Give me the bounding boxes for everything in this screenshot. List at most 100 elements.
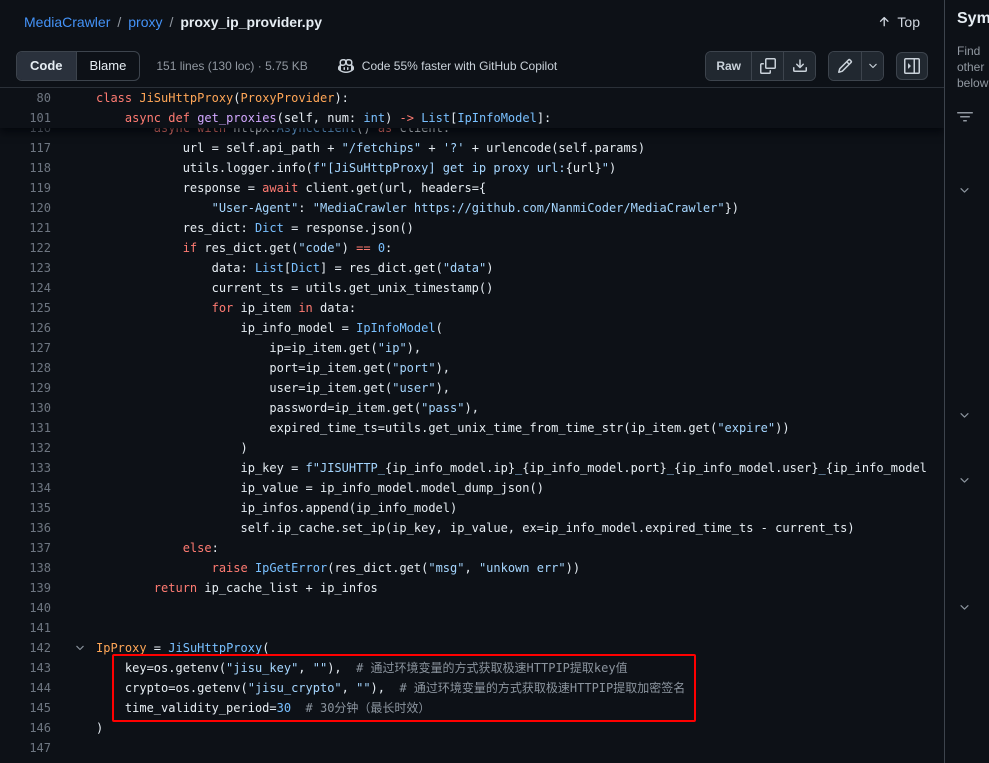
scroll-to-top-button[interactable]: Top [869,10,928,34]
code-line: 145 time_validity_period=30 # 30分钟（最长时效） [0,698,944,718]
line-number[interactable]: 126 [0,318,64,338]
pencil-icon [837,58,853,74]
file-toolbar: Code Blame 151 lines (130 loc) · 5.75 KB… [0,44,944,88]
code-text: ) [96,718,944,738]
line-number[interactable]: 122 [0,238,64,258]
code-text: self.ip_cache.set_ip(ip_key, ip_value, e… [96,518,944,538]
line-number[interactable]: 143 [0,658,64,678]
breadcrumb-separator: / [117,14,121,30]
code-line: 120 "User-Agent": "MediaCrawler https://… [0,198,944,218]
copy-button[interactable] [751,52,783,80]
line-number[interactable]: 123 [0,258,64,278]
line-number[interactable]: 139 [0,578,64,598]
line-number[interactable]: 129 [0,378,64,398]
code-blame-switcher: Code Blame [16,51,140,81]
code-line: 133 ip_key = f"JISUHTTP_{ip_info_model.i… [0,458,944,478]
gutter [64,88,96,108]
breadcrumb-repo-link[interactable]: MediaCrawler [24,14,110,30]
gutter [64,178,96,198]
gutter [64,298,96,318]
line-number[interactable]: 145 [0,698,64,718]
chevron-down-icon[interactable] [958,184,971,197]
gutter [64,738,96,758]
code-line: 140 [0,598,944,618]
code-line: 126 ip_info_model = IpInfoModel( [0,318,944,338]
line-number[interactable]: 120 [0,198,64,218]
chevron-down-icon[interactable] [958,601,971,614]
breadcrumb-path: MediaCrawler / proxy / proxy_ip_provider… [24,14,322,30]
gutter [64,238,96,258]
symbols-panel-toggle-button[interactable] [896,52,928,80]
line-number[interactable]: 135 [0,498,64,518]
gutter [64,558,96,578]
code-fold-chevron-icon[interactable] [64,638,96,658]
line-number[interactable]: 117 [0,138,64,158]
breadcrumb-filename: proxy_ip_provider.py [180,14,322,30]
code-line: 146) [0,718,944,738]
line-number[interactable]: 121 [0,218,64,238]
line-number[interactable]: 127 [0,338,64,358]
edit-button[interactable] [829,52,861,80]
edit-dropdown-button[interactable] [861,52,883,80]
line-number[interactable]: 147 [0,738,64,758]
code-line: 138 raise IpGetError(res_dict.get("msg",… [0,558,944,578]
gutter [64,338,96,358]
copilot-icon [338,58,354,74]
symbols-panel-description: Find other below [957,43,989,91]
filter-icon[interactable] [957,109,973,125]
file-view: MediaCrawler / proxy / proxy_ip_provider… [0,0,944,763]
code-text: ip_infos.append(ip_info_model) [96,498,944,518]
gutter [64,678,96,698]
gutter [64,198,96,218]
tab-blame[interactable]: Blame [76,52,140,80]
code-text: time_validity_period=30 # 30分钟（最长时效） [96,698,944,718]
line-number[interactable]: 130 [0,398,64,418]
line-number[interactable]: 146 [0,718,64,738]
line-number[interactable]: 144 [0,678,64,698]
code-text: else: [96,538,944,558]
chevron-down-icon[interactable] [958,409,971,422]
symbols-panel-title: Symbols [957,10,989,28]
line-number[interactable]: 132 [0,438,64,458]
line-number[interactable]: 142 [0,638,64,658]
gutter [64,158,96,178]
line-number[interactable]: 133 [0,458,64,478]
code-text: IpProxy = JiSuHttpProxy( [96,638,944,658]
line-number[interactable]: 118 [0,158,64,178]
line-number[interactable]: 128 [0,358,64,378]
line-number[interactable]: 137 [0,538,64,558]
code-line: 119 response = await client.get(url, hea… [0,178,944,198]
code-lines: 116 async with httpx.AsyncClient() as cl… [0,118,944,758]
tab-code[interactable]: Code [17,52,76,80]
copilot-banner[interactable]: Code 55% faster with GitHub Copilot [338,58,557,74]
line-number[interactable]: 125 [0,298,64,318]
line-number[interactable]: 101 [0,108,64,128]
gutter [64,598,96,618]
edit-actions [828,51,884,81]
code-text: raise IpGetError(res_dict.get("msg", "un… [96,558,944,578]
code-text [96,618,944,638]
code-text: return ip_cache_list + ip_infos [96,578,944,598]
line-number[interactable]: 134 [0,478,64,498]
line-number[interactable]: 140 [0,598,64,618]
line-number[interactable]: 138 [0,558,64,578]
code-line: 128 port=ip_item.get("port"), [0,358,944,378]
line-number[interactable]: 119 [0,178,64,198]
code-line: 118 utils.logger.info(f"[JiSuHttpProxy] … [0,158,944,178]
gutter [64,718,96,738]
code-line: 142 IpProxy = JiSuHttpProxy( [0,638,944,658]
symbols-panel: Symbols Find other below [944,0,989,763]
code-line: 147 [0,738,944,758]
line-number[interactable]: 141 [0,618,64,638]
code-text: res_dict: Dict = response.json() [96,218,944,238]
raw-button[interactable]: Raw [706,52,751,80]
download-button[interactable] [783,52,815,80]
breadcrumb-folder-link[interactable]: proxy [128,14,162,30]
line-number[interactable]: 131 [0,418,64,438]
line-number[interactable]: 136 [0,518,64,538]
line-number[interactable]: 124 [0,278,64,298]
line-number[interactable]: 80 [0,88,64,108]
chevron-down-icon[interactable] [958,474,971,487]
gutter [64,138,96,158]
code-text: ) [96,438,944,458]
